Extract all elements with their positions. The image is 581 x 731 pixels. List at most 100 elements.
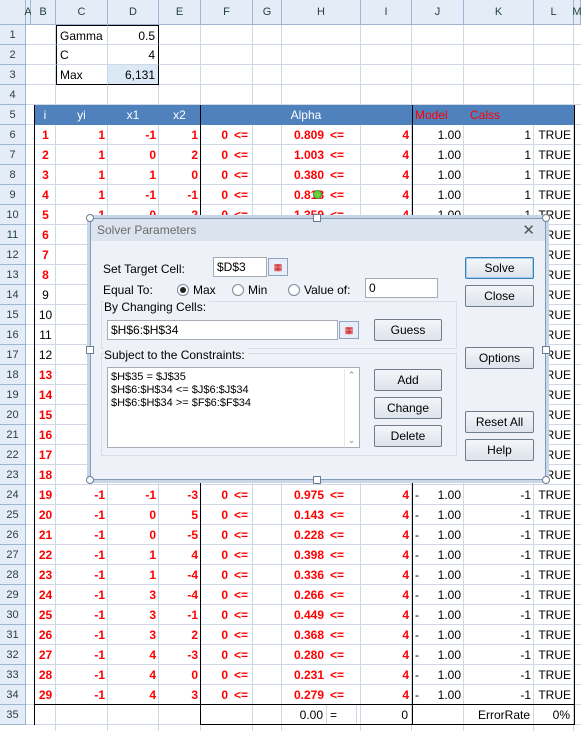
solve-button[interactable]: Solve	[465, 257, 534, 279]
cell-match[interactable]: TRUE	[534, 165, 574, 185]
cell-model[interactable]: 1.00	[412, 645, 464, 665]
cell-c[interactable]: 4	[383, 565, 412, 585]
value-of-input[interactable]: 0	[365, 278, 438, 298]
cell-c[interactable]: 4	[383, 605, 412, 625]
cell-yi[interactable]: 1	[56, 145, 108, 165]
cell-le-2[interactable]: <=	[327, 505, 357, 525]
cell-le-1[interactable]: <=	[231, 525, 261, 545]
cell-yi[interactable]: -1	[56, 685, 108, 705]
resize-handle-icon[interactable]	[542, 214, 550, 222]
header-x1[interactable]: x1	[108, 105, 159, 125]
cell-le-1[interactable]: <=	[231, 505, 261, 525]
header-yi[interactable]: yi	[56, 105, 108, 125]
cell-i[interactable]: 26	[35, 625, 56, 645]
cell-i[interactable]: 21	[35, 525, 56, 545]
cell-c[interactable]: 4	[383, 685, 412, 705]
cell-alpha[interactable]: 0.266	[282, 585, 327, 605]
cell-class[interactable]: -1	[464, 645, 534, 665]
max-value[interactable]: 6,131	[108, 65, 159, 85]
change-button[interactable]: Change	[374, 397, 442, 419]
changing-cells-input[interactable]: $H$6:$H$34	[107, 320, 338, 340]
cell-class[interactable]: 1	[464, 165, 534, 185]
c-label[interactable]: C	[56, 45, 108, 65]
c-value[interactable]: 4	[108, 45, 159, 65]
row-header[interactable]: 3	[0, 65, 26, 85]
cell-le-1[interactable]: <=	[231, 665, 261, 685]
column-header-d[interactable]: D	[108, 0, 159, 25]
cell-match[interactable]: TRUE	[534, 505, 574, 525]
row-header[interactable]: 29	[0, 585, 26, 605]
row-header[interactable]: 14	[0, 285, 26, 305]
cell-i[interactable]: 12	[35, 345, 56, 365]
scroll-down-icon[interactable]: ⌄	[345, 434, 358, 446]
cell-le-1[interactable]: <=	[231, 165, 261, 185]
cell-le-1[interactable]: <=	[231, 545, 261, 565]
cell-match[interactable]: TRUE	[534, 525, 574, 545]
delete-button[interactable]: Delete	[374, 425, 442, 447]
cell-match[interactable]: TRUE	[534, 645, 574, 665]
header-model[interactable]: Model	[412, 105, 464, 125]
constraint-item[interactable]: $H$6:$H$34 <= $J$6:$J$34	[111, 384, 356, 397]
cell-x2[interactable]: 2	[159, 625, 201, 645]
cell-i[interactable]: 7	[35, 245, 56, 265]
gamma-value[interactable]: 0.5	[108, 25, 159, 45]
row-header[interactable]: 25	[0, 505, 26, 525]
cell-alpha[interactable]: 0.228	[282, 525, 327, 545]
row-header[interactable]: 18	[0, 365, 26, 385]
cell-i[interactable]: 5	[35, 205, 56, 225]
column-header-e[interactable]: E	[159, 0, 201, 25]
sum-value[interactable]: 0.00	[282, 705, 327, 725]
cell-match[interactable]: TRUE	[534, 625, 574, 645]
cell-i[interactable]: 9	[35, 285, 56, 305]
select-all-corner[interactable]	[0, 0, 26, 25]
row-header[interactable]: 13	[0, 265, 26, 285]
cell-i[interactable]: 17	[35, 445, 56, 465]
row-header[interactable]: 15	[0, 305, 26, 325]
row-header[interactable]: 12	[0, 245, 26, 265]
row-header[interactable]: 17	[0, 345, 26, 365]
cell-x1[interactable]: 1	[108, 545, 159, 565]
cell-le-1[interactable]: <=	[231, 685, 261, 705]
constraints-list[interactable]: $H$35 = $J$35 $H$6:$H$34 <= $J$6:$J$34 $…	[107, 367, 360, 448]
cell-match[interactable]: TRUE	[534, 685, 574, 705]
cell-le-2[interactable]: <=	[327, 625, 357, 645]
cell-c[interactable]: 4	[383, 125, 412, 145]
cell-yi[interactable]: -1	[56, 665, 108, 685]
cell-le-2[interactable]: <=	[327, 525, 357, 545]
cell-model[interactable]: 1.00	[412, 545, 464, 565]
zero-value[interactable]: 0	[383, 705, 412, 725]
cell-le-1[interactable]: <=	[231, 485, 261, 505]
cell-lower-bound[interactable]: 0	[201, 665, 231, 685]
cell-model[interactable]: 1.00	[412, 525, 464, 545]
cell-x1[interactable]: 3	[108, 605, 159, 625]
cell-i[interactable]: 20	[35, 505, 56, 525]
cell-x1[interactable]: -1	[108, 485, 159, 505]
cell-lower-bound[interactable]: 0	[201, 505, 231, 525]
cell-i[interactable]: 19	[35, 485, 56, 505]
cell-le-1[interactable]: <=	[231, 625, 261, 645]
cell-class[interactable]: -1	[464, 545, 534, 565]
max-radio[interactable]	[177, 284, 189, 296]
column-header-l[interactable]: L	[534, 0, 574, 25]
target-ref-icon[interactable]: ▦	[268, 258, 288, 276]
target-cell-input[interactable]: $D$3	[213, 257, 267, 277]
cell-x2[interactable]: -3	[159, 485, 201, 505]
cell-le-2[interactable]: <=	[327, 125, 357, 145]
cell-match[interactable]: TRUE	[534, 145, 574, 165]
cell-alpha[interactable]: 0.380	[282, 165, 327, 185]
row-header[interactable]: 20	[0, 405, 26, 425]
cell-c[interactable]: 4	[383, 165, 412, 185]
error-rate-label[interactable]: ErrorRate	[464, 705, 534, 725]
cell-le-1[interactable]: <=	[231, 645, 261, 665]
cell-le-2[interactable]: <=	[327, 585, 357, 605]
cell-c[interactable]: 4	[383, 185, 412, 205]
cell-yi[interactable]: -1	[56, 625, 108, 645]
cell-class[interactable]: 1	[464, 185, 534, 205]
column-header-k[interactable]: K	[464, 0, 534, 25]
cell-le-1[interactable]: <=	[231, 605, 261, 625]
row-header[interactable]: 26	[0, 525, 26, 545]
options-button[interactable]: Options	[465, 347, 534, 369]
cell-lower-bound[interactable]: 0	[201, 485, 231, 505]
cell-i[interactable]: 10	[35, 305, 56, 325]
cell-x2[interactable]: 3	[159, 685, 201, 705]
